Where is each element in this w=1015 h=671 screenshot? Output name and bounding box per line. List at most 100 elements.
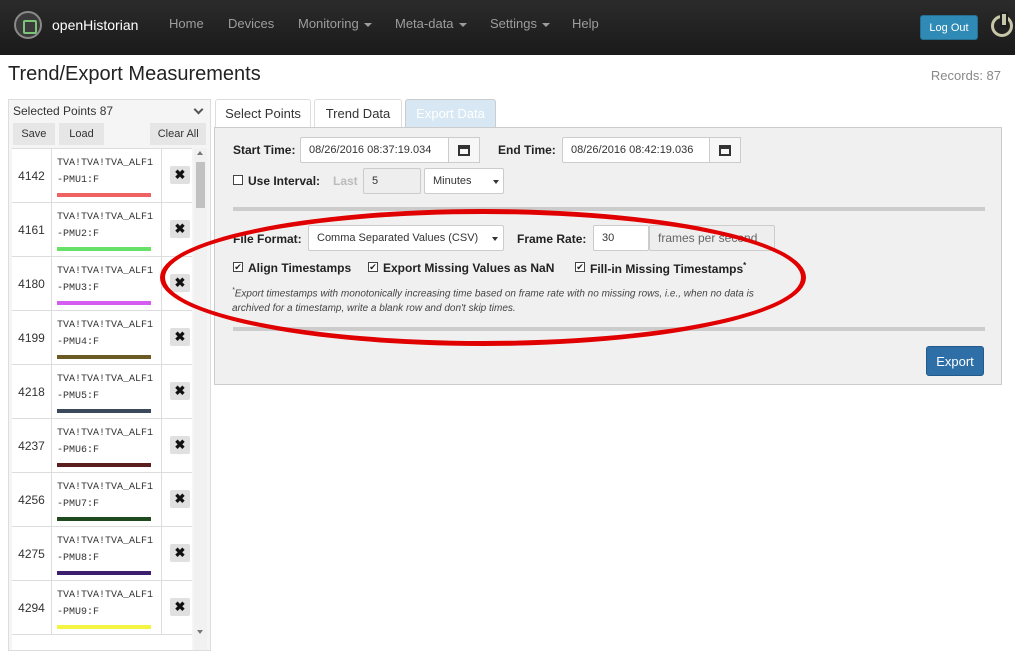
point-color-line: [57, 193, 151, 197]
scroll-up-icon[interactable]: [197, 151, 203, 155]
point-info: TVA!TVA!TVA_ALF1 -PMU1:F: [52, 149, 162, 202]
save-button[interactable]: Save: [13, 123, 55, 145]
nav-settings[interactable]: Settings: [490, 16, 550, 31]
fill-missing-checkbox[interactable]: ✔: [575, 262, 585, 272]
point-name-line1: TVA!TVA!TVA_ALF1: [57, 320, 154, 331]
nav-home-label: Home: [169, 16, 204, 31]
point-name-line2: -PMU7:F: [57, 499, 100, 510]
frame-rate-label: Frame Rate:: [517, 232, 587, 246]
brand[interactable]: openHistorian: [14, 10, 138, 40]
end-calendar-button[interactable]: [709, 137, 741, 163]
point-row[interactable]: 4275 TVA!TVA!TVA_ALF1 -PMU8:F ✖: [12, 527, 192, 581]
tab-export-data[interactable]: Export Data: [405, 99, 496, 127]
load-button[interactable]: Load: [58, 123, 105, 145]
power-icon[interactable]: [991, 12, 1013, 37]
point-name-line2: -PMU8:F: [57, 553, 100, 564]
point-name-line1: TVA!TVA!TVA_ALF1: [57, 266, 154, 277]
point-row[interactable]: 4294 TVA!TVA!TVA_ALF1 -PMU9:F ✖: [12, 581, 192, 635]
nav-home[interactable]: Home: [169, 16, 204, 31]
tab-trend-data[interactable]: Trend Data: [314, 99, 402, 127]
remove-point-icon[interactable]: ✖: [170, 220, 190, 238]
nav-meta-data-label: Meta-data: [395, 16, 454, 31]
point-list-scrollbar[interactable]: [194, 148, 207, 650]
separator: [233, 327, 985, 331]
scroll-thumb[interactable]: [196, 162, 205, 208]
nav-meta-data[interactable]: Meta-data: [395, 16, 467, 31]
clear-all-button[interactable]: Clear All: [150, 123, 206, 145]
point-name-line1: TVA!TVA!TVA_ALF1: [57, 158, 154, 169]
fill-missing-sup: *: [743, 261, 747, 270]
remove-point-icon[interactable]: ✖: [170, 436, 190, 454]
interval-value-input[interactable]: 5: [363, 168, 421, 194]
point-name-line1: TVA!TVA!TVA_ALF1: [57, 428, 154, 439]
align-timestamps-checkbox[interactable]: ✔: [233, 262, 243, 272]
nav-help[interactable]: Help: [572, 16, 599, 31]
openhistorian-logo-icon: [14, 11, 42, 39]
end-time-input[interactable]: 08/26/2016 08:42:19.036: [562, 137, 711, 163]
file-format-select[interactable]: Comma Separated Values (CSV): [308, 225, 504, 251]
nav-devices[interactable]: Devices: [228, 16, 274, 31]
brand-name: openHistorian: [52, 17, 139, 33]
point-info: TVA!TVA!TVA_ALF1 -PMU7:F: [52, 473, 162, 526]
records-count: Records: 87: [930, 68, 1001, 83]
point-id: 4237: [12, 419, 52, 472]
point-row[interactable]: 4218 TVA!TVA!TVA_ALF1 -PMU5:F ✖: [12, 365, 192, 419]
remove-point-icon[interactable]: ✖: [170, 274, 190, 292]
remove-point-icon[interactable]: ✖: [170, 382, 190, 400]
nav-settings-label: Settings: [490, 16, 537, 31]
point-list: 4142 TVA!TVA!TVA_ALF1 -PMU1:F ✖ 4161 TVA!TVA!…: [12, 148, 192, 650]
remove-point-icon[interactable]: ✖: [170, 166, 190, 184]
nav-help-label: Help: [572, 16, 599, 31]
export-panel: Start Time: 08/26/2016 08:37:19.034 End …: [214, 127, 1002, 385]
remove-point-icon[interactable]: ✖: [170, 598, 190, 616]
point-color-line: [57, 409, 151, 413]
point-id: 4218: [12, 365, 52, 418]
point-row[interactable]: 4180 TVA!TVA!TVA_ALF1 -PMU3:F ✖: [12, 257, 192, 311]
point-id: 4180: [12, 257, 52, 310]
export-nan-checkbox[interactable]: ✔: [368, 262, 378, 272]
start-calendar-button[interactable]: [448, 137, 480, 163]
scroll-down-icon[interactable]: [197, 630, 203, 634]
point-row[interactable]: 4237 TVA!TVA!TVA_ALF1 -PMU6:F ✖: [12, 419, 192, 473]
remove-point-icon[interactable]: ✖: [170, 328, 190, 346]
caret-down-icon: [363, 22, 372, 27]
frame-rate-input[interactable]: 30: [593, 225, 649, 251]
point-id: 4142: [12, 149, 52, 202]
point-id: 4256: [12, 473, 52, 526]
selected-points-header[interactable]: Selected Points 87: [9, 100, 210, 122]
interval-unit-select[interactable]: Minutes: [424, 168, 504, 194]
point-color-line: [57, 463, 151, 467]
nav-monitoring[interactable]: Monitoring: [298, 16, 372, 31]
tab-select-points[interactable]: Select Points: [215, 99, 311, 127]
file-format-label: File Format:: [233, 232, 302, 246]
point-name-line2: -PMU2:F: [57, 229, 100, 240]
point-info: TVA!TVA!TVA_ALF1 -PMU6:F: [52, 419, 162, 472]
calendar-icon: [719, 144, 731, 156]
point-name-line1: TVA!TVA!TVA_ALF1: [57, 212, 154, 223]
point-info: TVA!TVA!TVA_ALF1 -PMU8:F: [52, 527, 162, 580]
logout-button[interactable]: Log Out: [920, 15, 978, 40]
caret-down-icon: [458, 22, 467, 27]
point-color-line: [57, 301, 151, 305]
point-info: TVA!TVA!TVA_ALF1 -PMU5:F: [52, 365, 162, 418]
use-interval-checkbox[interactable]: [233, 175, 243, 185]
start-time-label: Start Time:: [233, 143, 296, 157]
point-row[interactable]: 4161 TVA!TVA!TVA_ALF1 -PMU2:F ✖: [12, 203, 192, 257]
export-note: *Export timestamps with monotonically in…: [232, 283, 772, 316]
point-row[interactable]: 4142 TVA!TVA!TVA_ALF1 -PMU1:F ✖: [12, 149, 192, 203]
caret-down-icon: [541, 22, 550, 27]
chevron-down-icon[interactable]: [193, 104, 204, 114]
point-color-line: [57, 247, 151, 251]
selected-points-title: Selected Points 87: [13, 104, 114, 118]
start-time-input[interactable]: 08/26/2016 08:37:19.034: [300, 137, 450, 163]
export-button[interactable]: Export: [926, 346, 984, 376]
remove-point-icon[interactable]: ✖: [170, 544, 190, 562]
point-row[interactable]: 4256 TVA!TVA!TVA_ALF1 -PMU7:F ✖: [12, 473, 192, 527]
remove-point-icon[interactable]: ✖: [170, 490, 190, 508]
point-row[interactable]: 4199 TVA!TVA!TVA_ALF1 -PMU4:F ✖: [12, 311, 192, 365]
selected-points-panel: Selected Points 87 Save Load Clear All 4…: [8, 99, 211, 651]
fill-missing-label: Fill-in Missing Timestamps*: [590, 261, 746, 276]
point-name-line1: TVA!TVA!TVA_ALF1: [57, 482, 154, 493]
point-name-line2: -PMU1:F: [57, 175, 100, 186]
frames-per-second-addon: frames per second: [649, 225, 775, 251]
